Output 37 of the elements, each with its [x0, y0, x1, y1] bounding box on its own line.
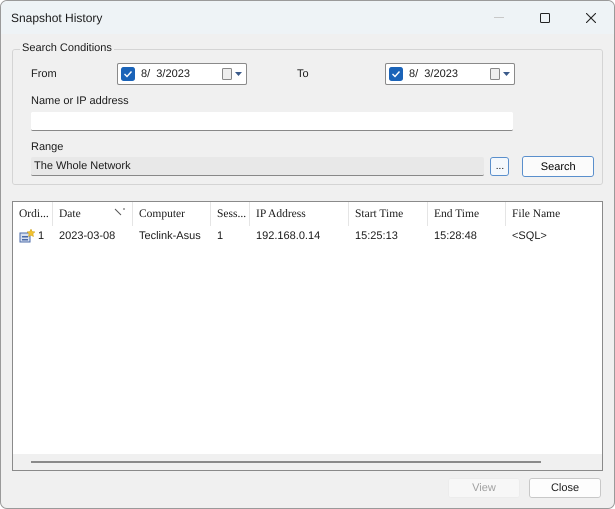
to-label: To [297, 68, 310, 80]
date-picker[interactable]: 8/ 3/2023 [385, 63, 515, 85]
column-header[interactable]: End Time [428, 202, 506, 226]
table-cell-text: 1 [216, 229, 224, 244]
table-cell-text: 192.168.0.14 [255, 229, 322, 244]
checkbox[interactable] [121, 67, 135, 81]
table-cell-text: 15:28:48 [433, 229, 478, 244]
column-header[interactable]: Sess... [211, 202, 250, 226]
snapshot-icon [19, 229, 35, 243]
column-header[interactable]: Ordi... [13, 202, 53, 226]
table-cell-text: 15:25:13 [354, 229, 399, 244]
scrollbar-thumb[interactable] [31, 461, 541, 463]
browse-button[interactable]: ... [490, 157, 510, 176]
name-input-field[interactable] [31, 112, 513, 131]
maximize-icon[interactable] [540, 12, 550, 22]
close-button[interactable]: Close [529, 478, 601, 498]
close-icon[interactable] [586, 12, 596, 22]
window-title: Snapshot History [11, 10, 104, 24]
table-cell-text: <SQL> [511, 229, 548, 244]
column-header[interactable]: Start Time [349, 202, 428, 226]
column-header[interactable]: Date [53, 202, 133, 226]
range-field[interactable]: The Whole Network [31, 157, 484, 176]
checkbox[interactable] [389, 67, 403, 81]
from-label: From [31, 68, 58, 80]
search-button[interactable]: Search [522, 156, 594, 177]
column-header[interactable]: File Name [506, 202, 602, 226]
field-label: Name or IP address [31, 95, 130, 107]
column-header[interactable]: IP Address [250, 202, 349, 226]
group-title: Search Conditions [20, 42, 114, 54]
column-header[interactable]: Computer [133, 202, 211, 226]
table-cell: 1 [38, 230, 44, 242]
table-cell-text: Teclink-Asus [138, 229, 202, 244]
calendar-dropdown-icon [222, 68, 244, 80]
date-picker[interactable]: 8/ 3/2023 [117, 63, 247, 85]
table-cell-text: 2023-03-08 [58, 229, 116, 244]
range-label: Range [31, 141, 64, 153]
calendar-dropdown-icon [490, 68, 512, 80]
